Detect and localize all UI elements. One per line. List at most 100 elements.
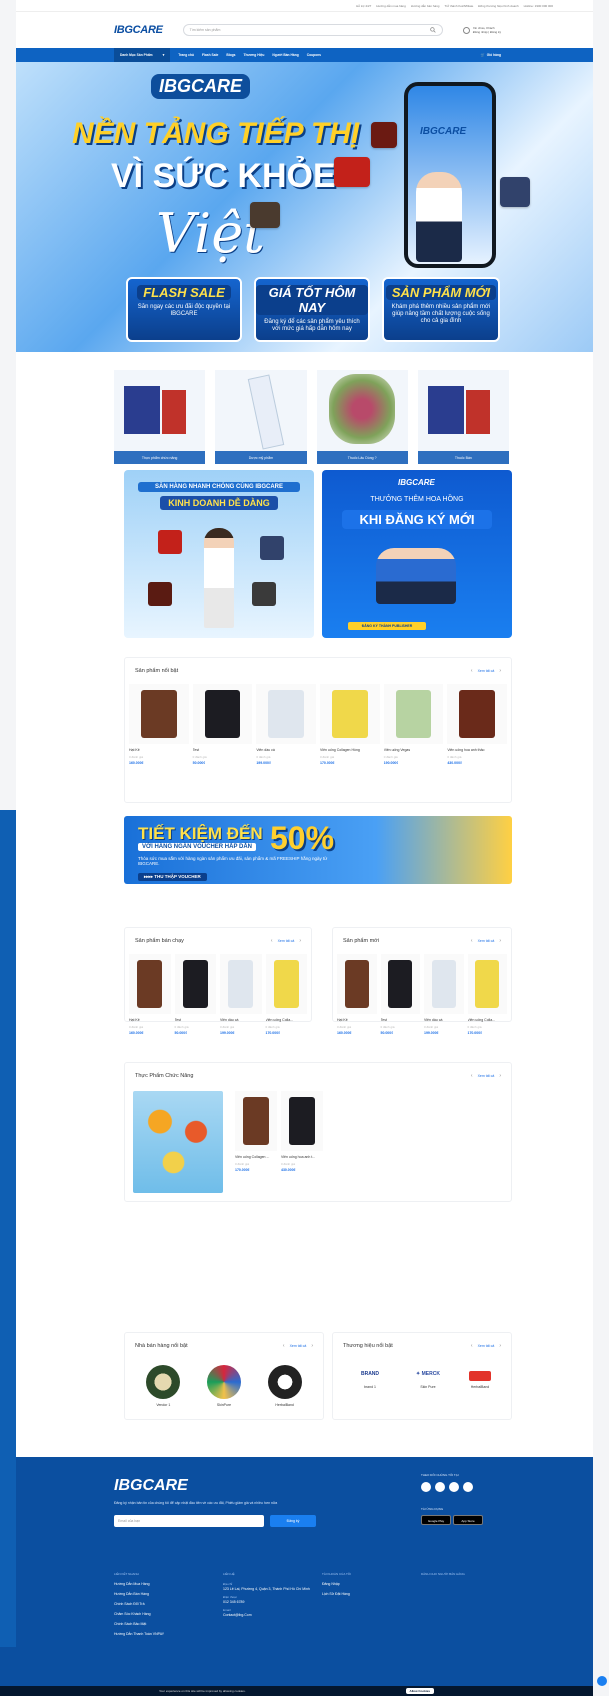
- account-widget[interactable]: Xin chào, Khách Đăng nhập | Đăng ký: [462, 26, 501, 34]
- topbar-link[interactable]: Hỗ trợ 24/7: [356, 4, 371, 8]
- product-card[interactable]: Test 0 đánh giá 50.000₫: [380, 954, 421, 1035]
- product-card[interactable]: Test 0 đánh giá 50.000₫: [174, 954, 217, 1035]
- topbar-link[interactable]: Trở thành Kol/Affiliate: [444, 4, 473, 8]
- chevron-left-icon[interactable]: ‹: [471, 668, 473, 674]
- facebook-icon[interactable]: [421, 1482, 431, 1492]
- account-login-link[interactable]: Đăng nhập | Đăng ký: [473, 30, 501, 34]
- product-card[interactable]: Hạt Kê 0 đánh giá 160.000₫: [337, 954, 377, 1035]
- google-play-badge[interactable]: Google Play: [421, 1515, 451, 1525]
- brand-card[interactable]: BRAND brand 1: [353, 1371, 387, 1389]
- topbar-link[interactable]: Hướng dẫn mua hàng: [376, 4, 406, 8]
- promo-best-price[interactable]: GIÁ TỐT HÔM NAY Đăng ký để các sản phẩm …: [254, 277, 370, 342]
- footer-link[interactable]: Hướng Dẫn Mua Hàng: [114, 1579, 164, 1589]
- seller-card[interactable]: HerbalBand: [267, 1365, 302, 1407]
- brand-card[interactable]: HerbalBand: [469, 1371, 491, 1389]
- phone-value[interactable]: 012 345 6789: [223, 1600, 313, 1605]
- category-menu-button[interactable]: Danh Mục Sản Phẩm ▾: [114, 48, 171, 62]
- chevron-right-icon[interactable]: ›: [299, 938, 301, 944]
- chevron-right-icon[interactable]: ›: [499, 1073, 501, 1079]
- product-name[interactable]: Test: [175, 1018, 217, 1023]
- subscribe-button[interactable]: Đăng ký: [270, 1515, 316, 1527]
- footer-link[interactable]: Hướng Dẫn Bán Hàng: [114, 1589, 164, 1599]
- twitter-icon[interactable]: [463, 1482, 473, 1492]
- collect-voucher-button[interactable]: ▸▸▸▸ THU THẬP VOUCHER: [138, 873, 207, 881]
- category-card[interactable]: Thực phẩm chức năng: [114, 370, 206, 464]
- nav-item-home[interactable]: Trang chủ: [178, 53, 194, 57]
- product-card[interactable]: Viên uống Collagen Hồng 0 đánh giá 170.000…: [320, 684, 380, 765]
- product-name[interactable]: Viên uống hoa anh thảo: [447, 748, 507, 753]
- nav-item-flash-sale[interactable]: Flash Sale: [202, 53, 218, 57]
- product-name[interactable]: Viên uống Colla...: [266, 1018, 308, 1023]
- banner-publisher-signup[interactable]: IBGCARE THƯỞNG THÊM HOA HỒNG KHI ĐĂNG KÝ…: [322, 470, 512, 638]
- product-card[interactable]: Test 0 đánh giá 50.000₫: [192, 684, 253, 765]
- footer-link[interactable]: Lịch Sử Đặt Hàng: [322, 1589, 351, 1599]
- view-all-link[interactable]: Xem tất cả: [478, 669, 495, 673]
- footer-link[interactable]: Hướng Dẫn Thanh Toán VNPAY: [114, 1629, 164, 1639]
- product-name[interactable]: Viên dầu cá: [424, 1018, 464, 1023]
- product-card[interactable]: Viên uống Collagen ... 0 đánh giá 170.000₫: [235, 1091, 277, 1172]
- hero-banner[interactable]: IBGCARE NỀN TẢNG TIẾP THỊ VÌ SỨC KHỎE Vi…: [16, 62, 593, 352]
- chevron-left-icon[interactable]: ‹: [471, 938, 473, 944]
- promo-new-products[interactable]: SẢN PHẨM MỚI Khám phá thêm nhiều sản phẩ…: [382, 277, 500, 342]
- footer-link[interactable]: Chăm Sóc Khách Hàng: [114, 1609, 164, 1619]
- seller-card[interactable]: Vendor 1: [146, 1365, 181, 1407]
- category-card[interactable]: Thuốc Bán: [417, 370, 509, 464]
- view-all-link[interactable]: Xem tất cả: [290, 1344, 307, 1348]
- product-name[interactable]: Test: [193, 748, 253, 753]
- product-card[interactable]: Viên uống hoa anh thảo 0 đánh giá 430.000₫: [447, 684, 508, 765]
- product-card[interactable]: Hạt Kê 0 đánh giá 160.000₫: [129, 954, 171, 1035]
- product-name[interactable]: Viên uống Colla...: [468, 1018, 508, 1023]
- footer-link[interactable]: Đăng Nhập: [322, 1579, 351, 1589]
- chevron-left-icon[interactable]: ‹: [471, 1343, 473, 1349]
- promo-flash-sale[interactable]: FLASH SALE Săn ngay các ưu đãi độc quyền…: [126, 277, 242, 342]
- seller-card[interactable]: SkinPure: [206, 1365, 241, 1407]
- nav-item-blogs[interactable]: Blogs: [226, 53, 235, 57]
- product-card[interactable]: Hạt Kê 0 đánh giá 160.000₫: [129, 684, 189, 765]
- view-all-link[interactable]: Xem tất cả: [478, 1344, 495, 1348]
- app-store-badge[interactable]: App Store: [453, 1515, 483, 1525]
- newsletter-email-input[interactable]: Email của bạn: [114, 1515, 264, 1527]
- site-logo[interactable]: IBGCARE: [114, 24, 163, 36]
- brand-card[interactable]: ✦ MERCK Skin Pure: [411, 1371, 445, 1389]
- product-name[interactable]: Viên dầu cá: [256, 748, 316, 753]
- product-name[interactable]: Viên dầu cá: [220, 1018, 262, 1023]
- footer-link[interactable]: Chính Sách Đổi Trả: [114, 1599, 164, 1609]
- product-name[interactable]: Viên uống Vegas: [384, 748, 444, 753]
- product-name[interactable]: Hạt Kê: [129, 1018, 171, 1023]
- email-value[interactable]: Contact@ibg.Com: [223, 1613, 313, 1618]
- view-all-link[interactable]: Xem tất cả: [278, 939, 295, 943]
- product-name[interactable]: Viên uống Collagen ...: [235, 1155, 277, 1160]
- chevron-right-icon[interactable]: ›: [311, 1343, 313, 1349]
- nav-item-coupons[interactable]: Coupons: [307, 53, 321, 57]
- allow-cookies-button[interactable]: Allow Cookies: [405, 1688, 435, 1694]
- view-all-link[interactable]: Xem tất cả: [478, 1074, 495, 1078]
- chevron-left-icon[interactable]: ‹: [283, 1343, 285, 1349]
- product-card[interactable]: Viên uống Colla... 0 đánh giá 170.000₫: [265, 954, 308, 1035]
- chevron-right-icon[interactable]: ›: [499, 1343, 501, 1349]
- product-card[interactable]: Viên uống Vegas 0 đánh giá 190.000₫: [383, 684, 444, 765]
- category-card[interactable]: Dược mỹ phẩm: [215, 370, 307, 464]
- product-name[interactable]: Test: [381, 1018, 421, 1023]
- product-card[interactable]: Viên dầu cá 0 đánh giá 199.000₫: [424, 954, 464, 1035]
- cart-button[interactable]: 🛒 Giỏ hàng: [481, 53, 501, 57]
- product-name[interactable]: Hạt Kê: [129, 748, 189, 753]
- chevron-right-icon[interactable]: ›: [499, 668, 501, 674]
- chevron-right-icon[interactable]: ›: [499, 938, 501, 944]
- product-name[interactable]: Viên uống Collagen Hồng: [320, 748, 380, 753]
- product-card[interactable]: Viên dầu cá 0 đánh giá 199.000₫: [256, 684, 317, 765]
- category-card[interactable]: Thuốc Lâu Dùng ?: [316, 370, 408, 464]
- topbar-link[interactable]: Hướng dẫn bán hàng: [411, 4, 440, 8]
- search-icon[interactable]: [430, 27, 436, 33]
- search-input[interactable]: Tìm kiếm sản phẩm: [182, 24, 443, 36]
- view-all-link[interactable]: Xem tất cả: [478, 939, 495, 943]
- youtube-icon[interactable]: [449, 1482, 459, 1492]
- topbar-link[interactable]: Đồng thương hiệu Kinh doanh: [478, 4, 518, 8]
- product-card[interactable]: Viên uống hoa anh t... 0 đánh giá 430.000₫: [281, 1091, 323, 1172]
- product-name[interactable]: Hạt Kê: [337, 1018, 377, 1023]
- chevron-left-icon[interactable]: ‹: [471, 1073, 473, 1079]
- product-name[interactable]: Viên uống hoa anh t...: [281, 1155, 323, 1160]
- voucher-banner[interactable]: TIẾT KIỆM ĐẾN 50% VỚI HÀNG NGÀN VOUCHER …: [124, 816, 512, 884]
- instagram-icon[interactable]: [435, 1482, 445, 1492]
- product-card[interactable]: Viên dầu cá 0 đánh giá 199.000₫: [220, 954, 262, 1035]
- footer-logo[interactable]: IBGCARE: [114, 1477, 188, 1495]
